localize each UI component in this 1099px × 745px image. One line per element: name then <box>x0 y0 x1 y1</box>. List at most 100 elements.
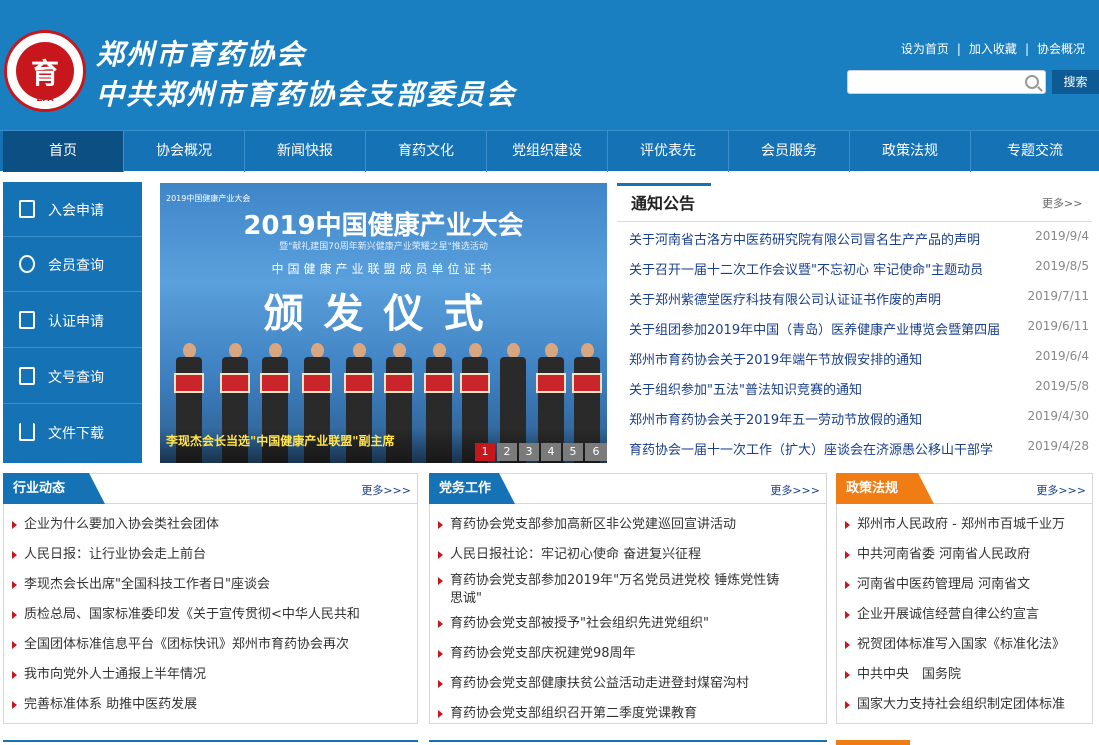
list-item-text[interactable]: 河南省中医药管理局 河南省文 <box>857 576 1030 594</box>
bullet-icon <box>12 611 17 619</box>
search-input[interactable] <box>847 70 1046 94</box>
sidebar-item-download[interactable]: 文件下载 <box>3 405 142 460</box>
list-item-text[interactable]: 育药协会党支部被授予"社会组织先进党组织" <box>450 615 709 633</box>
notice-item[interactable]: 关于组团参加2019年中国（青岛）医养健康产业博览会暨第四届 2019/6/11 <box>629 319 1092 349</box>
notice-item-date: 2019/9/4 <box>1035 229 1089 243</box>
slide-page-button[interactable]: 1 <box>475 443 495 461</box>
slide-page-button[interactable]: 4 <box>541 443 561 461</box>
sidebar-item-label: 文号查询 <box>48 370 104 386</box>
sidebar-item-member-query[interactable]: 会员查询 <box>3 237 142 292</box>
notice-item-date: 2019/8/5 <box>1035 259 1089 273</box>
nav-item-home[interactable]: 首页 <box>3 131 124 172</box>
nav-item-about[interactable]: 协会概况 <box>124 131 245 172</box>
nav-item-topics[interactable]: 专题交流 <box>971 131 1099 172</box>
notice-item[interactable]: 郑州市育药协会关于2019年端午节放假安排的通知 2019/6/4 <box>629 349 1092 379</box>
about-association-link[interactable]: 协会概况 <box>1037 40 1085 57</box>
bullet-icon <box>845 551 850 559</box>
bullet-icon <box>12 671 17 679</box>
slide-page-button[interactable]: 3 <box>519 443 539 461</box>
notice-title-tab[interactable]: 通知公告 <box>617 183 711 222</box>
notice-item-date: 2019/4/28 <box>1027 439 1089 453</box>
notice-item-title[interactable]: 郑州市育药协会关于2019年端午节放假安排的通知 <box>629 349 922 368</box>
notice-item-title[interactable]: 关于郑州紫德堂医疗科技有限公司认证证书作废的声明 <box>629 289 941 308</box>
search-button[interactable]: 搜索 <box>1052 70 1099 94</box>
panel-title-tab[interactable]: 政策法规 <box>836 473 934 504</box>
list-item-text[interactable]: 我市向党外人士通报上半年情况 <box>24 666 206 684</box>
banner-ceremony-title: 颁发仪式 <box>263 290 504 337</box>
bullet-icon <box>845 671 850 679</box>
add-favorite-link[interactable]: 加入收藏 <box>969 40 1017 57</box>
nav-item-party[interactable]: 党组织建设 <box>487 131 608 172</box>
list-item-text[interactable]: 育药协会党支部健康扶贫公益活动走进登封煤窑沟村 <box>450 675 749 693</box>
list-item-text[interactable]: 全国团体标准信息平台《团标快讯》郑州市育药协会再次 <box>24 636 349 654</box>
notice-item[interactable]: 郑州市育药协会关于2019年五一劳动节放假的通知 2019/4/30 <box>629 409 1092 439</box>
panel-header: 政策法规 更多>>> <box>836 473 1092 504</box>
set-homepage-link[interactable]: 设为首页 <box>901 40 949 57</box>
panel-more-link[interactable]: 更多>>> <box>361 482 411 498</box>
panel-header: 行业动态 更多>>> <box>3 473 417 504</box>
list-item-text[interactable]: 中共中央 国务院 <box>857 666 961 684</box>
notice-item-title[interactable]: 关于组织参加"五法"普法知识竞赛的通知 <box>629 379 862 398</box>
notice-item[interactable]: 育药协会一届十一次工作（扩大）座谈会在济源愚公移山干部学 2019/4/28 <box>629 439 1092 469</box>
list-item-text[interactable]: 国家大力支持社会组织制定团体标准 <box>857 696 1065 714</box>
notice-more-link[interactable]: 更多>> <box>1042 195 1082 211</box>
sidebar-item-certification[interactable]: 认证申请 <box>3 293 142 348</box>
list-item-text[interactable]: 中共河南省委 河南省人民政府 <box>857 546 1030 564</box>
list-item-text[interactable]: 人民日报社论：牢记初心使命 奋进复兴征程 <box>450 546 701 564</box>
link-separator: | <box>956 42 961 56</box>
notice-item-title[interactable]: 郑州市育药协会关于2019年五一劳动节放假的通知 <box>629 409 922 428</box>
notice-item-title[interactable]: 关于河南省古洛方中医药研究院有限公司冒名生产产品的声明 <box>629 229 980 248</box>
list-item-text[interactable]: 完善标准体系 助推中医药发展 <box>24 696 197 714</box>
policy-panel: 政策法规 更多>>> 郑州市人民政府 - 郑州市百城千业万 中共河南省委 河南省… <box>836 473 1093 724</box>
panel-title-tab[interactable]: 党务工作 <box>429 473 515 504</box>
nav-item-news[interactable]: 新闻快报 <box>245 131 366 172</box>
banner-caption[interactable]: 李现杰会长当选"中国健康产业联盟"副主席 <box>166 432 395 449</box>
notice-item-title[interactable]: 育药协会一届十一次工作（扩大）座谈会在济源愚公移山干部学 <box>629 439 993 458</box>
panel-title-tab[interactable]: 行业动态 <box>3 473 105 504</box>
slide-page-button[interactable]: 2 <box>497 443 517 461</box>
notice-item-date: 2019/4/30 <box>1027 409 1089 423</box>
notice-item[interactable]: 关于河南省古洛方中医药研究院有限公司冒名生产产品的声明 2019/9/4 <box>629 229 1092 259</box>
site-header: 育 ZPA 郑州市育药协会 中共郑州市育药协会支部委员会 设为首页 | 加入收藏 | 协… <box>0 0 1099 130</box>
notice-item[interactable]: 关于郑州紫德堂医疗科技有限公司认证证书作废的声明 2019/7/11 <box>629 289 1092 319</box>
sidebar-item-label: 入会申请 <box>48 203 104 219</box>
sidebar-item-join[interactable]: 入会申请 <box>3 182 142 237</box>
list-item-text[interactable]: 育药协会党支部参加高新区非公党建巡回宣讲活动 <box>450 516 736 534</box>
slide-page-button[interactable]: 6 <box>585 443 607 461</box>
list-item-text[interactable]: 祝贺团体标准写入国家《标准化法》 <box>857 636 1065 654</box>
sidebar-item-doc-number[interactable]: 文号查询 <box>3 349 142 404</box>
slide-page-button[interactable]: 5 <box>563 443 583 461</box>
list-item-text[interactable]: 郑州市人民政府 - 郑州市百城千业万 <box>857 516 1065 534</box>
bullet-icon <box>438 650 443 658</box>
banner-subheadline: 暨"献礼建国70周年新兴健康产业荣耀之星"推选活动 <box>279 242 488 252</box>
list-item-text[interactable]: 企业开展诚信经营自律公约宣言 <box>857 606 1039 624</box>
divider <box>836 740 910 745</box>
notice-item-title[interactable]: 关于组团参加2019年中国（青岛）医养健康产业博览会暨第四届 <box>629 319 1000 338</box>
list-item-text[interactable]: 人民日报：让行业协会走上前台 <box>24 546 206 564</box>
nav-item-culture[interactable]: 育药文化 <box>366 131 487 172</box>
nav-item-member-service[interactable]: 会员服务 <box>729 131 850 172</box>
bullet-icon <box>438 620 443 628</box>
list-item-text[interactable]: 育药协会党支部庆祝建党98周年 <box>450 645 636 663</box>
list-item-text[interactable]: 李现杰会长出席"全国科技工作者日"座谈会 <box>24 576 270 594</box>
list-item-text[interactable]: 企业为什么要加入协会类社会团体 <box>24 516 219 534</box>
banner-top-label: 2019中国健康产业大会 <box>166 194 251 203</box>
nav-item-policy[interactable]: 政策法规 <box>850 131 971 172</box>
login-icon <box>19 200 35 218</box>
search-icon[interactable] <box>1025 75 1039 89</box>
news-slideshow[interactable]: 2019中国健康产业大会 2019中国健康产业大会 暨"献礼建国70周年新兴健康… <box>160 183 607 463</box>
list-item-text[interactable]: 育药协会党支部组织召开第二季度党课教育 <box>450 705 697 723</box>
notice-item[interactable]: 关于组织参加"五法"普法知识竞赛的通知 2019/5/8 <box>629 379 1092 409</box>
notice-item-title[interactable]: 关于召开一届十二次工作会议暨"不忘初心 牢记使命"主题动员 <box>629 259 983 278</box>
notice-item[interactable]: 关于召开一届十二次工作会议暨"不忘初心 牢记使命"主题动员 2019/8/5 <box>629 259 1092 289</box>
list-item-text[interactable]: 育药协会党支部参加2019年"万名党员进党校 锤炼党性铸思诚" <box>450 572 790 608</box>
bullet-icon <box>438 551 443 559</box>
logo[interactable]: 育 ZPA <box>4 30 86 112</box>
site-title-line2: 中共郑州市育药协会支部委员会 <box>96 78 517 111</box>
nav-item-awards[interactable]: 评优表先 <box>608 131 729 172</box>
panel-more-link[interactable]: 更多>>> <box>770 482 820 498</box>
list-item-text[interactable]: 质检总局、国家标准委印发《关于宣传贯彻<中华人民共和 <box>24 606 360 624</box>
logo-zpa: ZPA <box>36 94 54 103</box>
panel-more-link[interactable]: 更多>>> <box>1036 482 1086 498</box>
bullet-icon <box>12 521 17 529</box>
